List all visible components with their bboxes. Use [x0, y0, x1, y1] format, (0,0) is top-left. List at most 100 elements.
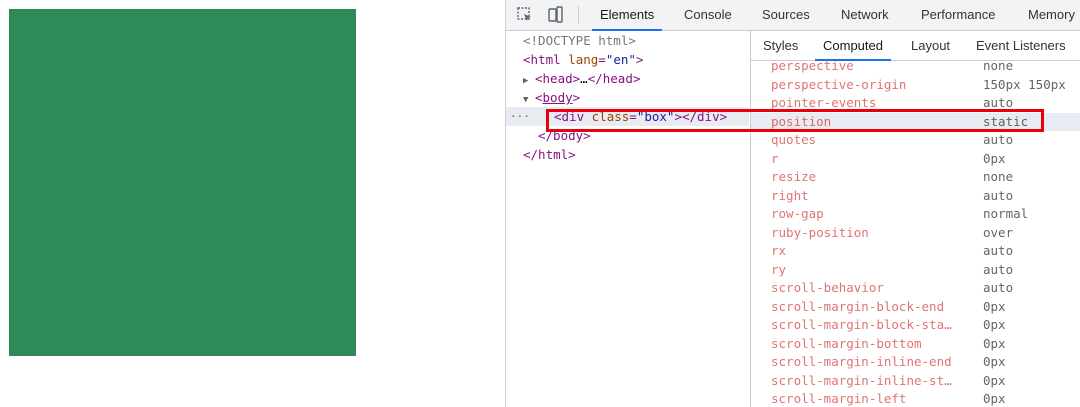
computed-property-row[interactable]: ruby-position over [751, 224, 1080, 243]
devtools-toolbar: Elements Console Sources Network Perform… [506, 0, 1080, 31]
tab-sources[interactable]: Sources [762, 0, 810, 30]
div-tag: div [561, 109, 585, 124]
property-value: 0px [983, 391, 1006, 406]
dom-node-html-close[interactable]: </html> [506, 145, 749, 164]
property-name: scroll-behavior [771, 280, 884, 295]
head-open-tag: <head> [535, 71, 581, 86]
property-name: scroll-margin-inline-end [771, 354, 952, 369]
computed-property-row[interactable]: scroll-margin-bottom 0px [751, 335, 1080, 354]
property-value: 0px [983, 354, 1006, 369]
property-name: rx [771, 243, 787, 258]
property-value: 0px [983, 335, 1006, 351]
computed-property-row[interactable]: perspective none [751, 61, 1080, 76]
device-toolbar-icon[interactable] [546, 6, 564, 24]
property-name: scroll-margin-inline-st… [771, 372, 952, 388]
computed-property-row[interactable]: resize none [751, 168, 1080, 187]
dom-node-doctype[interactable]: <!DOCTYPE html> [506, 31, 749, 50]
property-name: scroll-margin-bottom [771, 335, 922, 351]
property-name: resize [771, 169, 817, 184]
property-name: position [771, 113, 832, 129]
doctype-text: <!DOCTYPE html> [523, 33, 636, 48]
property-value: 0px [983, 372, 1006, 388]
dom-node-body-close[interactable]: </body> [506, 126, 749, 145]
property-value: auto [983, 132, 1014, 147]
computed-property-row[interactable]: position static [751, 112, 1080, 131]
more-options-icon[interactable]: ··· [510, 107, 530, 126]
dom-tree: <!DOCTYPE html> <html lang="en"> ▶ <head>… [506, 31, 749, 407]
property-value: none [983, 61, 1014, 73]
div-attr-value: "box" [636, 109, 675, 124]
computed-property-row[interactable]: ry auto [751, 261, 1080, 280]
computed-property-row[interactable]: scroll-margin-inline-end 0px [751, 353, 1080, 372]
html-tag: html [530, 52, 561, 67]
side-pane-tabs: Styles Computed Layout Event Listeners [751, 31, 1080, 61]
html-attr-value: "en" [605, 52, 636, 67]
property-value: auto [983, 261, 1014, 277]
computed-property-row[interactable]: scroll-margin-inline-st… 0px [751, 372, 1080, 391]
property-name: row-gap [771, 206, 824, 221]
computed-property-row[interactable]: scroll-margin-block-end 0px [751, 298, 1080, 317]
tab-styles[interactable]: Styles [763, 31, 798, 60]
property-value: 0px [983, 298, 1006, 314]
property-value: 0px [983, 150, 1006, 166]
property-name: ruby-position [771, 224, 869, 240]
tab-console[interactable]: Console [684, 0, 732, 30]
property-name: right [771, 187, 809, 203]
div-attr: class [591, 109, 630, 124]
computed-property-row[interactable]: rx auto [751, 242, 1080, 261]
computed-properties-list: perspective none perspective-origin 150px 1… [751, 61, 1080, 407]
property-value: auto [983, 280, 1014, 295]
page-viewport [0, 0, 505, 407]
computed-property-row[interactable]: scroll-behavior auto [751, 279, 1080, 298]
tab-elements[interactable]: Elements [591, 0, 663, 31]
property-name: scroll-margin-block-sta… [771, 317, 952, 332]
property-value: auto [983, 187, 1014, 203]
computed-property-row[interactable]: scroll-margin-block-sta… 0px [751, 316, 1080, 335]
property-name: perspective-origin [771, 76, 907, 92]
body-tag: body [542, 90, 573, 105]
inspect-element-icon[interactable] [516, 6, 534, 24]
toolbar-separator [578, 6, 579, 24]
computed-property-row[interactable]: quotes auto [751, 131, 1080, 150]
dom-node-div-box[interactable]: ··· <div class="box"></div> [506, 107, 749, 126]
property-name: scroll-margin-left [771, 391, 907, 406]
computed-property-row[interactable]: r 0px [751, 150, 1080, 169]
tab-performance[interactable]: Performance [921, 0, 995, 30]
property-value: normal [983, 206, 1029, 221]
property-name: scroll-margin-block-end [771, 298, 945, 314]
property-value: auto [983, 95, 1014, 110]
html-close-tag: </html> [523, 147, 576, 162]
body-close-tag: </body> [538, 128, 591, 143]
dom-node-html[interactable]: <html lang="en"> [506, 50, 749, 69]
property-name: quotes [771, 132, 817, 147]
tab-memory[interactable]: Memory [1028, 0, 1075, 30]
head-close-tag: </head> [587, 71, 641, 86]
computed-property-row[interactable]: scroll-margin-left 0px [751, 390, 1080, 407]
property-name: pointer-events [771, 95, 877, 110]
tab-layout[interactable]: Layout [911, 31, 950, 60]
property-value: static [983, 113, 1029, 129]
property-name: perspective [771, 61, 854, 73]
head-ellipsis[interactable]: … [580, 71, 588, 86]
tab-event-listeners[interactable]: Event Listeners [976, 31, 1066, 60]
computed-property-row[interactable]: row-gap normal [751, 205, 1080, 224]
property-name: r [771, 150, 779, 166]
property-name: ry [771, 261, 787, 277]
computed-property-row[interactable]: pointer-events auto [751, 94, 1080, 113]
dom-node-head[interactable]: ▶ <head>…</head> [506, 69, 749, 88]
div-close-tag: </div> [681, 109, 728, 124]
property-value: none [983, 169, 1014, 184]
tab-network[interactable]: Network [841, 0, 889, 30]
computed-property-row[interactable]: right auto [751, 187, 1080, 206]
tab-computed[interactable]: Computed [815, 31, 891, 61]
property-value: over [983, 224, 1014, 240]
green-box[interactable] [9, 9, 356, 356]
devtools-panel: Elements Console Sources Network Perform… [505, 0, 1080, 407]
property-value: auto [983, 243, 1014, 258]
html-attr: lang [568, 52, 599, 67]
computed-property-row[interactable]: perspective-origin 150px 150px [751, 76, 1080, 95]
styles-side-pane: Styles Computed Layout Event Listeners p… [750, 31, 1080, 407]
property-value: 0px [983, 317, 1006, 332]
property-value: 150px 150px [983, 76, 1066, 92]
dom-node-body[interactable]: ▼ <body> [506, 88, 749, 107]
